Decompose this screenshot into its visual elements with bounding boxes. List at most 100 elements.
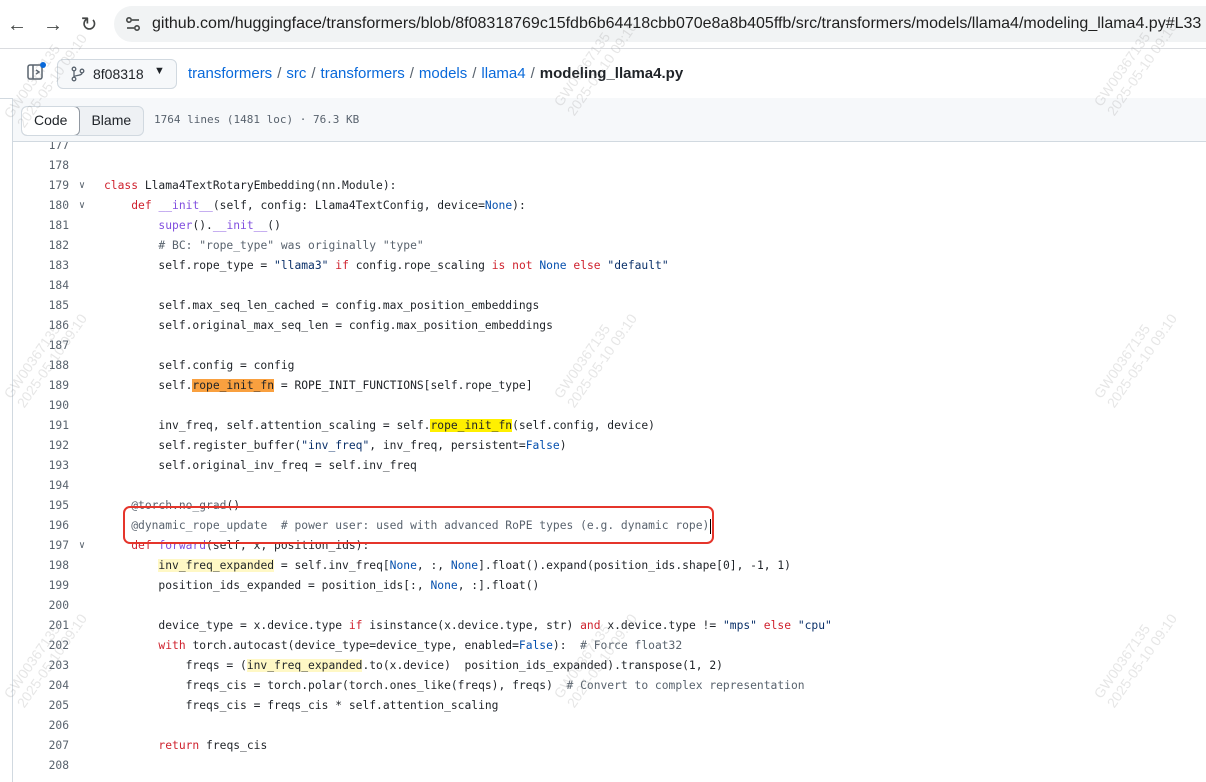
- code-line: 187: [13, 336, 1206, 356]
- line-number[interactable]: 207: [13, 736, 69, 756]
- line-number[interactable]: 191: [13, 416, 69, 436]
- code-tab[interactable]: Code: [22, 107, 81, 135]
- code-text: self.config = config: [104, 359, 295, 372]
- line-number[interactable]: 200: [13, 596, 69, 616]
- branch-selector-button[interactable]: 8f08318 ▼: [57, 59, 177, 89]
- line-number[interactable]: 185: [13, 296, 69, 316]
- line-number[interactable]: 184: [13, 276, 69, 296]
- line-number[interactable]: 206: [13, 716, 69, 736]
- line-number[interactable]: 187: [13, 336, 69, 356]
- code-line: 185 self.max_seq_len_cached = config.max…: [13, 296, 1206, 316]
- site-settings-icon[interactable]: [124, 15, 142, 33]
- line-number[interactable]: 196: [13, 516, 69, 536]
- line-number[interactable]: 205: [13, 696, 69, 716]
- code-line: 186 self.original_max_seq_len = config.m…: [13, 316, 1206, 336]
- code-text: def __init__(self, config: Llama4TextCon…: [131, 199, 526, 212]
- fold-chevron-icon[interactable]: ∨: [79, 536, 91, 556]
- breadcrumb: transformers / src / transformers / models / lla…: [188, 65, 684, 82]
- code-line: 197 ∨ def forward(self, x, position_ids):: [13, 536, 1206, 556]
- code-text: self.register_buffer("inv_freq", inv_fre…: [104, 439, 567, 452]
- code-line: 195 @torch.no_grad(): [13, 496, 1206, 516]
- code-text: freqs = (inv_freq_expanded.to(x.device) …: [104, 659, 723, 672]
- blame-tab[interactable]: Blame: [79, 107, 143, 135]
- code-text: inv_freq, self.attention_scaling = self.…: [104, 419, 655, 432]
- text-cursor: [710, 518, 712, 534]
- view-toggle: Code Blame: [21, 106, 145, 136]
- line-number[interactable]: 201: [13, 616, 69, 636]
- line-number[interactable]: 199: [13, 576, 69, 596]
- code-text: @torch.no_grad(): [131, 499, 241, 512]
- url-text[interactable]: github.com/huggingface/transformers/blob…: [152, 15, 1201, 33]
- line-number[interactable]: 177: [13, 142, 69, 156]
- breadcrumb-link-repo[interactable]: transformers: [188, 65, 272, 82]
- code-line: 200: [13, 596, 1206, 616]
- sidebar-toggle-icon[interactable]: [26, 62, 46, 82]
- line-number[interactable]: 198: [13, 556, 69, 576]
- code-line: 190: [13, 396, 1206, 416]
- line-number[interactable]: 197: [13, 536, 69, 556]
- code-line: 198 inv_freq_expanded = self.inv_freq[No…: [13, 556, 1206, 576]
- line-number[interactable]: 183: [13, 256, 69, 276]
- code-line: 180 ∨ def __init__(self, config: Llama4Te…: [13, 196, 1206, 216]
- code-text: position_ids_expanded = position_ids[:, …: [104, 579, 540, 592]
- line-number[interactable]: 195: [13, 496, 69, 516]
- code-line: 199 position_ids_expanded = position_ids…: [13, 576, 1206, 596]
- line-number[interactable]: 203: [13, 656, 69, 676]
- line-number[interactable]: 188: [13, 356, 69, 376]
- line-number[interactable]: 194: [13, 476, 69, 496]
- code-text: freqs_cis = torch.polar(torch.ones_like(…: [104, 679, 805, 692]
- line-number[interactable]: 189: [13, 376, 69, 396]
- code-text: class Llama4TextRotaryEmbedding(nn.Modul…: [104, 179, 397, 192]
- breadcrumb-link-transformers[interactable]: transformers: [321, 65, 405, 82]
- code-text: freqs_cis = freqs_cis * self.attention_s…: [104, 699, 499, 712]
- code-line: 192 self.register_buffer("inv_freq", inv…: [13, 436, 1206, 456]
- code-line: 189 self.rope_init_fn = ROPE_INIT_FUNCTI…: [13, 376, 1206, 396]
- fold-chevron-icon[interactable]: ∨: [79, 176, 91, 196]
- line-number[interactable]: 202: [13, 636, 69, 656]
- line-number[interactable]: 178: [13, 156, 69, 176]
- code-text: self.original_max_seq_len = config.max_p…: [104, 319, 553, 332]
- line-number[interactable]: 179: [13, 176, 69, 196]
- code-line: 183 self.rope_type = "llama3" if config.…: [13, 256, 1206, 276]
- breadcrumb-current-file: modeling_llama4.py: [539, 65, 684, 82]
- code-line: 201 device_type = x.device.type if isins…: [13, 616, 1206, 636]
- line-number[interactable]: 193: [13, 456, 69, 476]
- forward-arrow-icon[interactable]: →: [42, 14, 64, 36]
- code-line: 202 with torch.autocast(device_type=devi…: [13, 636, 1206, 656]
- address-bar[interactable]: github.com/huggingface/transformers/blob…: [114, 6, 1206, 42]
- code-text: def forward(self, x, position_ids):: [131, 539, 370, 552]
- code-line: 182 # BC: "rope_type" was originally "ty…: [13, 236, 1206, 256]
- code-line: 191 inv_freq, self.attention_scaling = s…: [13, 416, 1206, 436]
- breadcrumb-link-models[interactable]: models: [419, 65, 467, 82]
- line-number[interactable]: 181: [13, 216, 69, 236]
- breadcrumb-link-llama4[interactable]: llama4: [481, 65, 525, 82]
- code-text: self.rope_type = "llama3" if config.rope…: [104, 259, 669, 272]
- code-text: super().__init__(): [158, 219, 281, 232]
- code-line: 196 @dynamic_rope_update # power user: u…: [13, 516, 1206, 536]
- line-number[interactable]: 192: [13, 436, 69, 456]
- code-line: 208: [13, 756, 1206, 776]
- line-number[interactable]: 204: [13, 676, 69, 696]
- line-number[interactable]: 186: [13, 316, 69, 336]
- code-line: 205 freqs_cis = freqs_cis * self.attenti…: [13, 696, 1206, 716]
- code-text: device_type = x.device.type if isinstanc…: [104, 619, 832, 632]
- code-line: 181 super().__init__(): [13, 216, 1206, 236]
- fold-chevron-icon[interactable]: ∨: [79, 196, 91, 216]
- code-line: 177: [13, 142, 1206, 156]
- line-number[interactable]: 180: [13, 196, 69, 216]
- reload-icon[interactable]: ↻: [78, 14, 100, 36]
- code-text: # BC: "rope_type" was originally "type": [158, 239, 424, 252]
- code-text: @dynamic_rope_update # power user: used …: [131, 518, 712, 534]
- line-number[interactable]: 182: [13, 236, 69, 256]
- line-number[interactable]: 208: [13, 756, 69, 776]
- line-number[interactable]: 190: [13, 396, 69, 416]
- code-line: 206: [13, 716, 1206, 736]
- code-line: 194: [13, 476, 1206, 496]
- git-branch-icon: [71, 66, 85, 82]
- code-text: self.original_inv_freq = self.inv_freq: [104, 459, 417, 472]
- breadcrumb-link-src[interactable]: src: [286, 65, 306, 82]
- repo-file-header: 8f08318 ▼ transformers / src / transformers /…: [0, 48, 1206, 99]
- code-text: with torch.autocast(device_type=device_t…: [158, 639, 683, 652]
- code-line: 193 self.original_inv_freq = self.inv_fr…: [13, 456, 1206, 476]
- back-arrow-icon[interactable]: ←: [6, 14, 28, 36]
